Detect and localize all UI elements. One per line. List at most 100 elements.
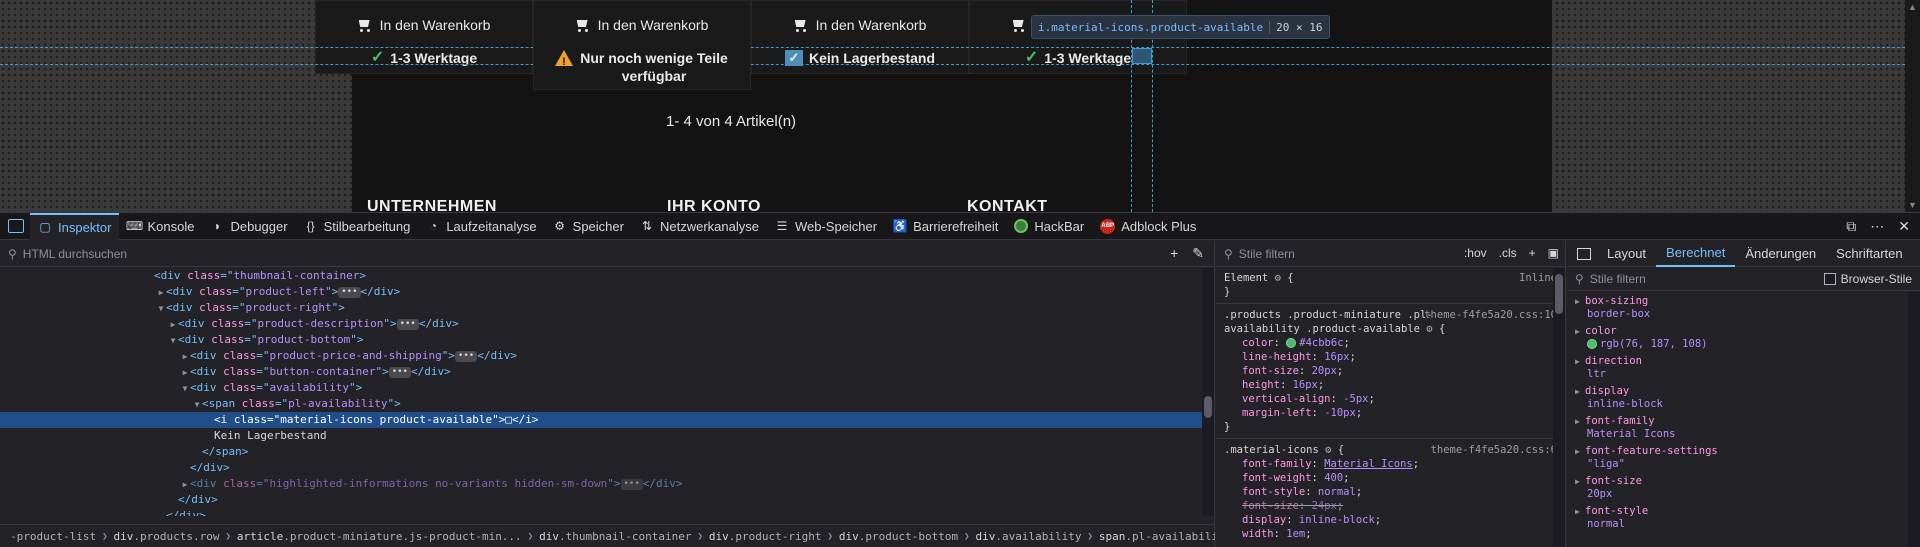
twisty-icon[interactable]: ▼: [180, 381, 190, 397]
css-declaration[interactable]: color: #4cbb6c;: [1224, 336, 1557, 350]
css-declaration[interactable]: margin-left: -10px;: [1224, 406, 1557, 420]
collapsed-children[interactable]: •••: [454, 350, 478, 362]
css-declaration[interactable]: font-size: 24px;: [1224, 499, 1557, 513]
twisty-icon[interactable]: ▶: [180, 365, 190, 381]
computed-property[interactable]: ▶ display inline-block: [1575, 385, 1920, 411]
add-to-cart-button[interactable]: In den Warenkorb: [316, 13, 532, 37]
computed-scrollbar[interactable]: [1908, 292, 1920, 547]
markup-node[interactable]: ▼ <div class="product-bottom">: [0, 332, 1203, 348]
computed-property[interactable]: ▶ font-family Material Icons: [1575, 415, 1920, 441]
tab-netzwerkanalyse[interactable]: ⇅ Netzwerkanalyse: [632, 213, 767, 240]
computed-property[interactable]: ▶ font-size 20px: [1575, 475, 1920, 501]
markup-tree[interactable]: <div class="thumbnail-container> ▶ <div cl…: [0, 268, 1203, 516]
markup-node[interactable]: ▼ <div class="product-right">: [0, 300, 1203, 316]
tab-berechnet[interactable]: Berechnet: [1656, 241, 1736, 267]
css-rule-material-icons[interactable]: theme-f4fe5a20.css:6 .material-icons ⚙ {f…: [1216, 439, 1565, 545]
footer-heading-contact[interactable]: KONTAKT: [967, 198, 1048, 212]
expand-icon[interactable]: ▶: [1575, 355, 1585, 368]
twisty-icon[interactable]: ▼: [192, 397, 202, 413]
css-declaration[interactable]: width: 1em;: [1224, 527, 1557, 541]
expand-icon[interactable]: ▶: [1575, 415, 1585, 428]
twisty-icon[interactable]: ▶: [168, 317, 178, 333]
css-declaration[interactable]: vertical-align: -5px;: [1224, 392, 1557, 406]
tab-adblock-plus[interactable]: ABP Adblock Plus: [1092, 213, 1204, 240]
responsive-design-icon[interactable]: ⧉: [1846, 218, 1856, 235]
twisty-icon[interactable]: ▼: [168, 333, 178, 349]
expand-icon[interactable]: ▶: [1575, 475, 1585, 488]
tab-barrierefreiheit[interactable]: ♿ Barrierefreiheit: [885, 213, 1006, 240]
add-rule-icon[interactable]: +: [1529, 246, 1536, 260]
scroll-down-icon[interactable]: ▼: [1908, 200, 1917, 210]
close-devtools-icon[interactable]: ✕: [1898, 218, 1910, 235]
breadcrumb-item[interactable]: article.product-miniature.js-product-min…: [231, 530, 528, 543]
gear-icon[interactable]: ⚙: [1275, 272, 1281, 284]
computed-property[interactable]: ▶ direction ltr: [1575, 355, 1920, 381]
css-declaration[interactable]: line-height: 16px;: [1224, 350, 1557, 364]
breadcrumb-item[interactable]: div.products.row: [108, 530, 226, 543]
markup-node[interactable]: ▼ <div class="availability">: [0, 380, 1203, 396]
breadcrumb-item[interactable]: div.product-bottom: [833, 530, 964, 543]
tab-änderungen[interactable]: Änderungen: [1735, 241, 1826, 267]
rule-source[interactable]: theme-f4fe5a20.css:10: [1424, 308, 1557, 322]
computed-filter[interactable]: ⚲ Stile filtern Browser-Stile: [1567, 267, 1920, 291]
twisty-icon[interactable]: ▶: [180, 477, 190, 493]
html-search-input[interactable]: HTML durchsuchen: [23, 247, 127, 261]
markup-node[interactable]: </span>: [0, 444, 1203, 460]
markup-node[interactable]: ▶ <div class="highlighted-informations no…: [0, 476, 1203, 492]
expand-icon[interactable]: ▶: [1575, 505, 1585, 518]
color-swatch-icon[interactable]: [1286, 338, 1297, 348]
rules-scrollbar[interactable]: [1553, 268, 1565, 547]
markup-node[interactable]: </div>: [0, 492, 1203, 508]
tab-web-speicher[interactable]: ☰ Web-Speicher: [767, 213, 885, 240]
markup-node[interactable]: ▼ <span class="pl-availability">: [0, 396, 1203, 412]
css-rule-product-available[interactable]: theme-f4fe5a20.css:10 .products .product-…: [1216, 304, 1565, 439]
css-declaration[interactable]: height: 16px;: [1224, 378, 1557, 392]
css-declaration[interactable]: font-weight: 400;: [1224, 471, 1557, 485]
tab-schriftarten[interactable]: Schriftarten: [1826, 241, 1912, 267]
computed-property[interactable]: ▶ box-sizing border-box: [1575, 295, 1920, 321]
breadcrumb-item[interactable]: div.availability: [970, 530, 1088, 543]
tab-layout[interactable]: Layout: [1597, 241, 1656, 267]
markup-node[interactable]: ▶ <div class="product-left"> ••• </div>: [0, 284, 1203, 300]
collapsed-children[interactable]: •••: [620, 478, 643, 490]
scroll-up-icon[interactable]: ▲: [1908, 2, 1917, 12]
element-picker-icon[interactable]: [8, 219, 24, 233]
rule-source[interactable]: theme-f4fe5a20.css:6: [1431, 443, 1557, 457]
sidebar-toggle-icon[interactable]: [1577, 247, 1591, 260]
tab-stilbearbeitung[interactable]: {} Stilbearbeitung: [296, 213, 419, 240]
markup-node[interactable]: Kein Lagerbestand: [0, 428, 1203, 444]
element-rule[interactable]: Inline Element ⚙ { }: [1216, 267, 1565, 304]
breadcrumb-item[interactable]: div.thumbnail-container: [533, 530, 697, 543]
css-declaration[interactable]: font-family: Material Icons;: [1224, 457, 1557, 471]
computed-property[interactable]: ▶ font-feature-settings "liga": [1575, 445, 1920, 471]
computed-filter-input[interactable]: Stile filtern: [1590, 272, 1646, 286]
css-declaration[interactable]: font-size: 20px;: [1224, 364, 1557, 378]
twisty-icon[interactable]: ▶: [180, 349, 190, 365]
hov-toggle[interactable]: :hov: [1464, 246, 1487, 260]
rules-filter[interactable]: ⚲ Stile filtern :hov .cls + ▣: [1216, 241, 1565, 267]
tab-speicher[interactable]: ⚙ Speicher: [545, 213, 632, 240]
expand-icon[interactable]: ▶: [1575, 385, 1585, 398]
footer-heading-account[interactable]: IHR KONTO: [667, 198, 761, 212]
collapsed-children[interactable]: •••: [388, 366, 411, 378]
markup-scrollbar[interactable]: [1202, 268, 1214, 516]
twisty-icon[interactable]: ▼: [156, 301, 166, 317]
eyedropper-icon[interactable]: ✎: [1192, 245, 1204, 262]
tab-konsole[interactable]: ⌨ Konsole: [119, 213, 202, 240]
tab-debugger[interactable]: ◗ Debugger: [202, 213, 295, 240]
breadcrumb-item[interactable]: div.product-right: [703, 530, 828, 543]
computed-property[interactable]: ▶ color rgb(76, 187, 108): [1575, 325, 1920, 351]
css-declaration[interactable]: font-style: normal;: [1224, 485, 1557, 499]
markup-node[interactable]: <i class="material-icons product-availab…: [0, 412, 1203, 428]
markup-node[interactable]: </div>: [0, 460, 1203, 476]
add-to-cart-button[interactable]: In den Warenkorb: [752, 13, 968, 37]
collapsed-children[interactable]: •••: [396, 318, 419, 330]
browser-styles-checkbox[interactable]: [1823, 273, 1836, 285]
expand-icon[interactable]: ▶: [1575, 295, 1585, 308]
tab-hackbar[interactable]: HackBar: [1006, 213, 1092, 240]
collapsed-children[interactable]: •••: [338, 286, 361, 298]
markup-node[interactable]: <div class="thumbnail-container>: [0, 268, 1203, 284]
breadcrumb-item[interactable]: -product-list: [4, 530, 102, 543]
css-declaration[interactable]: display: inline-block;: [1224, 513, 1557, 527]
cls-toggle[interactable]: .cls: [1499, 246, 1517, 260]
